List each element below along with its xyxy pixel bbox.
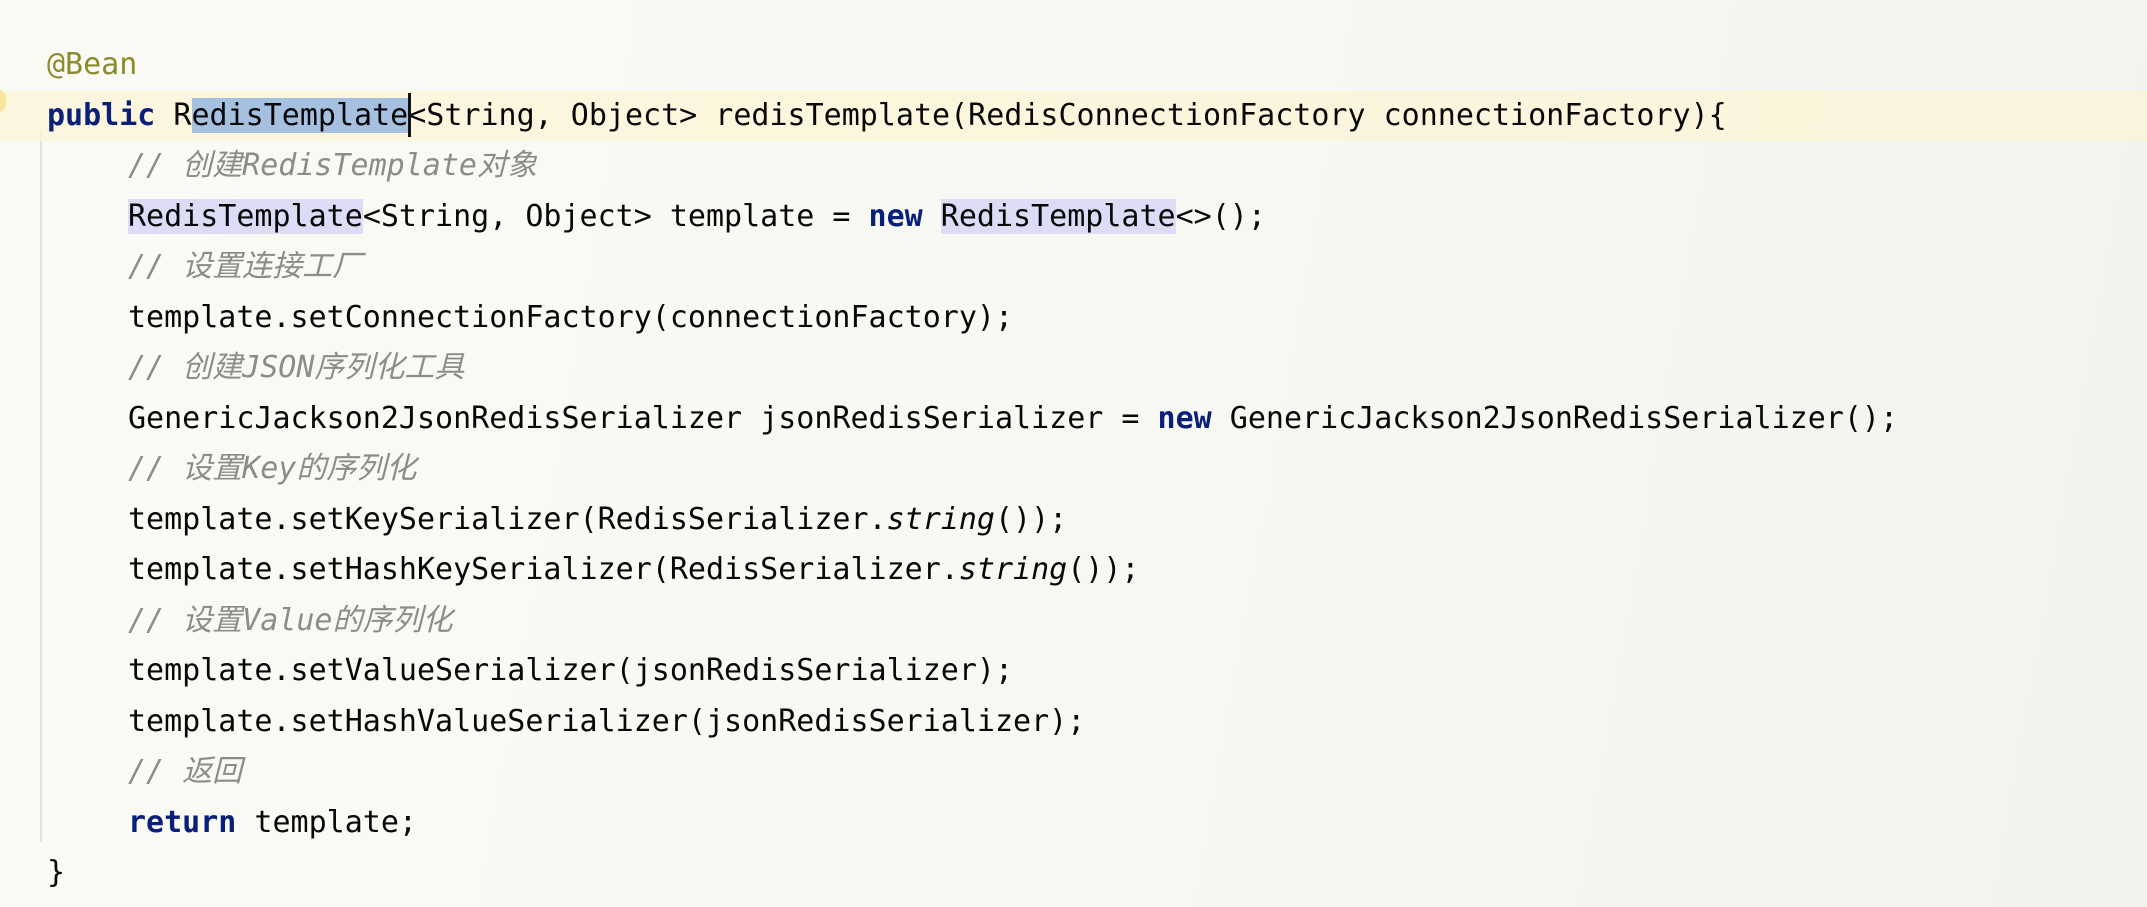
code-line-text: // 创建RedisTemplate对象 (128, 141, 537, 191)
code-line-text: template.setKeySerializer(RedisSerialize… (128, 495, 1067, 545)
code-token: edisTemplate (191, 97, 409, 133)
code-line-text: // 设置连接工厂 (128, 242, 362, 292)
code-line[interactable]: // 设置Value的序列化 (0, 596, 2147, 646)
code-line[interactable]: // 设置连接工厂 (0, 242, 2147, 292)
code-line-text: // 返回 (128, 747, 242, 797)
code-line[interactable]: @Bean (0, 40, 2147, 90)
code-line-text: GenericJackson2JsonRedisSerializer jsonR… (128, 394, 1898, 444)
code-line-text: // 设置Value的序列化 (128, 596, 453, 646)
code-line[interactable]: // 设置Key的序列化 (0, 444, 2147, 494)
code-token: <String, Object> template = (362, 198, 869, 234)
code-line-text: // 创建JSON序列化工具 (128, 343, 464, 393)
code-token: template.setHashValueSerializer(jsonRedi… (128, 703, 1086, 739)
code-comment: // 返回 (128, 754, 243, 789)
code-token: R (155, 97, 192, 133)
code-line[interactable]: template.setHashValueSerializer(jsonRedi… (0, 697, 2147, 747)
code-line-text: public RedisTemplate<String, Object> red… (47, 91, 1727, 141)
code-line[interactable]: public RedisTemplate<String, Object> red… (0, 90, 2147, 141)
code-keyword: new (868, 198, 923, 234)
code-token: RedisTemplate (940, 198, 1176, 234)
code-line-text: @Bean (47, 40, 137, 90)
code-comment: // 创建RedisTemplate对象 (128, 148, 537, 183)
code-token: } (47, 855, 66, 890)
code-line-text: // 设置Key的序列化 (128, 444, 416, 494)
code-comment: // 创建JSON序列化工具 (128, 350, 465, 385)
code-comment: // 设置Key的序列化 (128, 451, 417, 486)
code-line-text: template.setHashKeySerializer(RedisSeria… (128, 545, 1139, 595)
code-line[interactable]: template.setValueSerializer(jsonRedisSer… (0, 646, 2147, 696)
code-line[interactable]: RedisTemplate<String, Object> template =… (0, 192, 2147, 242)
code-line[interactable]: GenericJackson2JsonRedisSerializer jsonR… (0, 394, 2147, 444)
code-line-text: template.setConnectionFactory(connection… (128, 293, 1013, 343)
code-token: <String, Object> redisTemplate(RedisConn… (408, 97, 1727, 133)
code-token: <>(); (1175, 198, 1266, 234)
code-token: ()); (994, 501, 1068, 537)
code-line[interactable]: // 创建RedisTemplate对象 (0, 141, 2147, 191)
code-line[interactable]: // 返回 (0, 747, 2147, 797)
code-line-text: } (47, 848, 65, 898)
code-line[interactable]: template.setKeySerializer(RedisSerialize… (0, 495, 2147, 545)
code-line-text: RedisTemplate<String, Object> template =… (128, 192, 1266, 242)
code-token: template.setKeySerializer(RedisSerialize… (128, 501, 887, 537)
code-line-text: template.setValueSerializer(jsonRedisSer… (128, 646, 1013, 696)
code-token: template.setHashKeySerializer(RedisSeria… (128, 552, 959, 587)
code-token: ()); (1067, 552, 1140, 587)
text-caret (408, 92, 412, 137)
code-line-text: template.setHashValueSerializer(jsonRedi… (128, 697, 1085, 747)
code-keyword: public (47, 97, 156, 133)
code-token: template.setConnectionFactory(connection… (128, 299, 1014, 335)
code-line[interactable]: template.setConnectionFactory(connection… (0, 293, 2147, 343)
code-line[interactable]: return template; (0, 798, 2147, 848)
code-line[interactable]: // 创建JSON序列化工具 (0, 343, 2147, 393)
code-keyword: new (1157, 400, 1212, 436)
code-comment: // 设置连接工厂 (128, 249, 363, 284)
code-line[interactable]: template.setHashKeySerializer(RedisSeria… (0, 545, 2147, 595)
code-token: GenericJackson2JsonRedisSerializer(); (1211, 400, 1899, 436)
code-token: RedisTemplate (128, 198, 363, 234)
code-token: string (886, 501, 995, 537)
code-line[interactable]: } (0, 848, 2147, 898)
code-line-text: return template; (128, 798, 417, 848)
code-comment: // 设置Value的序列化 (128, 602, 453, 638)
code-token: GenericJackson2JsonRedisSerializer jsonR… (128, 400, 1158, 436)
code-editor[interactable]: @Bean public RedisTemplate<String, Object… (0, 0, 2147, 907)
code-token: template; (236, 804, 417, 840)
code-keyword: return (128, 804, 237, 840)
code-token: @Bean (47, 47, 138, 82)
code-token: template.setValueSerializer(jsonRedisSer… (128, 653, 1014, 688)
code-token: string (958, 552, 1068, 587)
